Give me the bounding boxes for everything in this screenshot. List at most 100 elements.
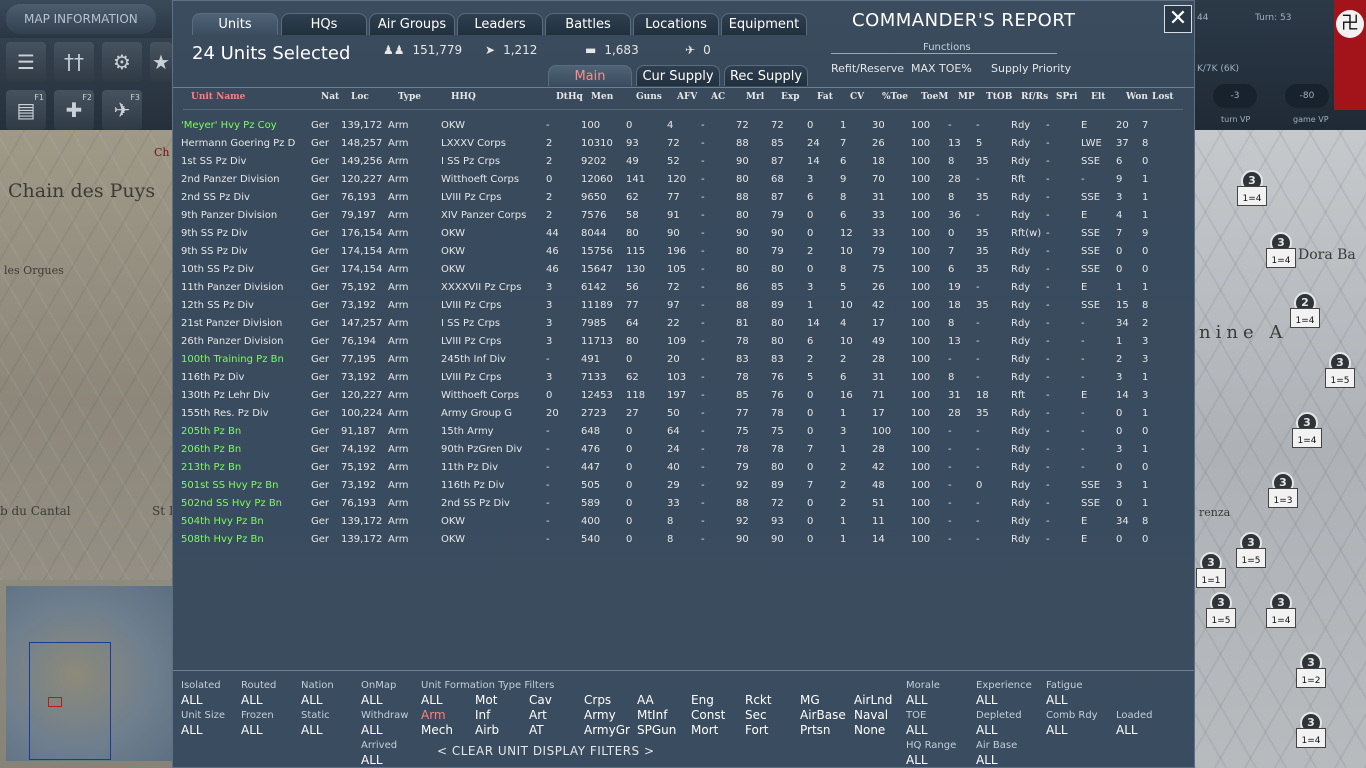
column-header-nat[interactable]: Nat: [321, 92, 339, 102]
clear-filters-button[interactable]: < CLEAR UNIT DISPLAY FILTERS >: [437, 744, 655, 758]
refit-reserve-button[interactable]: Refit/Reserve: [831, 62, 904, 75]
minimap-viewport[interactable]: [29, 642, 111, 760]
formation-filter-aa[interactable]: AA: [637, 693, 654, 707]
formation-filter-mot[interactable]: Mot: [475, 693, 497, 707]
column-header-unit-name[interactable]: Unit Name: [191, 92, 245, 102]
formation-filter-sec[interactable]: Sec: [745, 708, 767, 722]
column-header--toe[interactable]: %Toe: [882, 92, 908, 102]
filter-depleted-value[interactable]: ALL: [976, 723, 998, 737]
column-header-dthq[interactable]: DtHq: [556, 92, 583, 102]
unit-counter[interactable]: 3 1=5: [1206, 592, 1236, 628]
subtab-cur-supply[interactable]: Cur Supply: [636, 65, 720, 86]
tab-leaders[interactable]: Leaders: [457, 13, 543, 35]
close-button[interactable]: ✕: [1164, 5, 1192, 33]
filter-air-base-value[interactable]: ALL: [976, 753, 998, 767]
unit-name-cell[interactable]: 100th Training Pz Bn: [181, 351, 284, 369]
unit-counter[interactable]: 3 1=4: [1266, 592, 1296, 628]
unit-name-cell[interactable]: 2nd SS Pz Div: [181, 189, 250, 207]
table-row[interactable]: 11th Panzer Division Ger 75,192 Arm XXXXVII …: [173, 279, 1194, 297]
formation-filter-mech[interactable]: Mech: [421, 723, 453, 737]
formation-filter-fort[interactable]: Fort: [745, 723, 768, 737]
filter-morale-value[interactable]: ALL: [906, 693, 928, 707]
unit-name-cell[interactable]: Hermann Goering Pz D: [181, 135, 295, 153]
formation-filter-airbase[interactable]: AirBase: [800, 708, 846, 722]
unit-name-cell[interactable]: 9th Panzer Division: [181, 207, 277, 225]
table-row[interactable]: 213th Pz Bn Ger 75,192 Arm 11th Pz Div - 447 0 4…: [173, 459, 1194, 477]
formation-filter-airlnd[interactable]: AirLnd: [854, 693, 892, 707]
table-row[interactable]: 2nd Panzer Division Ger 120,227 Arm Witthoef…: [173, 171, 1194, 189]
unit-counter[interactable]: 3 1=2: [1296, 652, 1326, 688]
ships-icon[interactable]: ☰: [6, 42, 46, 82]
column-header-afv[interactable]: AFV: [677, 92, 697, 102]
column-header-spri[interactable]: SPri: [1056, 92, 1077, 102]
tab-battles[interactable]: Battles: [545, 13, 631, 35]
table-row[interactable]: 'Meyer' Hvy Pz Coy Ger 139,172 Arm OKW - 100 0 4…: [173, 117, 1194, 135]
unit-name-cell[interactable]: 508th Hvy Pz Bn: [181, 531, 264, 549]
formation-filter-naval[interactable]: Naval: [854, 708, 888, 722]
unit-name-cell[interactable]: 504th Hvy Pz Bn: [181, 513, 264, 531]
unit-counter[interactable]: 3 1=1: [1196, 552, 1226, 588]
tab-units[interactable]: Units: [192, 13, 278, 35]
unit-name-cell[interactable]: 116th Pz Div: [181, 369, 244, 387]
table-row[interactable]: 12th SS Pz Div Ger 73,192 Arm LVIII Pz Crps 3…: [173, 297, 1194, 315]
tab-hqs[interactable]: HQs: [281, 13, 367, 35]
column-header-elt[interactable]: Elt: [1091, 92, 1105, 102]
table-row[interactable]: 21st Panzer Division Ger 147,257 Arm I SS Pz…: [173, 315, 1194, 333]
unit-name-cell[interactable]: 9th SS Pz Div: [181, 243, 248, 261]
formation-filter-eng[interactable]: Eng: [691, 693, 714, 707]
filter-unit-size-value[interactable]: ALL: [181, 723, 203, 737]
unit-counter[interactable]: 3 1=4: [1296, 712, 1326, 748]
formation-filter-mort[interactable]: Mort: [691, 723, 718, 737]
filter-loaded-value[interactable]: ALL: [1116, 723, 1138, 737]
tab-air-groups[interactable]: Air Groups: [369, 13, 455, 35]
unit-name-cell[interactable]: 9th SS Pz Div: [181, 225, 248, 243]
map-information-button[interactable]: MAP INFORMATION: [6, 4, 156, 34]
unit-counter[interactable]: 3 1=4: [1266, 232, 1296, 268]
column-header-mp[interactable]: MP: [958, 92, 975, 102]
unit-name-cell[interactable]: 213th Pz Bn: [181, 459, 241, 477]
unit-name-cell[interactable]: 11th Panzer Division: [181, 279, 284, 297]
supply-priority-button[interactable]: Supply Priority: [991, 62, 1071, 75]
table-row[interactable]: 1st SS Pz Div Ger 149,256 Arm I SS Pz Crps 2 9…: [173, 153, 1194, 171]
star-icon[interactable]: ★: [150, 42, 172, 82]
gear-icon[interactable]: ⚙: [102, 42, 142, 82]
formation-filter-rckt[interactable]: Rckt: [745, 693, 772, 707]
unit-name-cell[interactable]: 'Meyer' Hvy Pz Coy: [181, 117, 277, 135]
unit-name-cell[interactable]: 501st SS Hvy Pz Bn: [181, 477, 278, 495]
ground-units-icon[interactable]: F2 ✚: [54, 90, 94, 130]
table-row[interactable]: 508th Hvy Pz Bn Ger 139,172 Arm OKW - 540 0 8 - 90…: [173, 531, 1194, 549]
formation-filter-art[interactable]: Art: [529, 708, 547, 722]
subtab-main[interactable]: Main: [548, 65, 632, 86]
filter-onmap-value[interactable]: ALL: [361, 693, 383, 707]
column-header-fat[interactable]: Fat: [817, 92, 833, 102]
formation-filter-army[interactable]: Army: [584, 708, 616, 722]
table-row[interactable]: 155th Res. Pz Div Ger 100,224 Arm Army Group…: [173, 405, 1194, 423]
formation-filter-at[interactable]: AT: [529, 723, 544, 737]
filter-comb-rdy-value[interactable]: ALL: [1046, 723, 1068, 737]
unit-name-cell[interactable]: 205th Pz Bn: [181, 423, 241, 441]
tab-locations[interactable]: Locations: [633, 13, 719, 35]
formation-filter-airb[interactable]: Airb: [475, 723, 499, 737]
column-header-type[interactable]: Type: [398, 92, 421, 102]
column-header-ttob[interactable]: TtOB: [986, 92, 1012, 102]
table-row[interactable]: 9th SS Pz Div Ger 176,154 Arm OKW 44 8044 80 90-…: [173, 225, 1194, 243]
table-row[interactable]: 206th Pz Bn Ger 74,192 Arm 90th PzGren Div - 4…: [173, 441, 1194, 459]
table-row[interactable]: 205th Pz Bn Ger 91,187 Arm 15th Army - 648 0 64 -…: [173, 423, 1194, 441]
formation-filter-crps[interactable]: Crps: [584, 693, 611, 707]
unit-name-cell[interactable]: 21st Panzer Division: [181, 315, 282, 333]
formation-filter-arm[interactable]: Arm: [421, 708, 446, 722]
formation-filter-all[interactable]: ALL: [421, 693, 443, 707]
filter-isolated-value[interactable]: ALL: [181, 693, 203, 707]
unit-counter[interactable]: 3 1=4: [1292, 412, 1322, 448]
filter-fatigue-value[interactable]: ALL: [1046, 693, 1068, 707]
filter-arrived-value[interactable]: ALL: [361, 753, 383, 767]
unit-name-cell[interactable]: 155th Res. Pz Div: [181, 405, 269, 423]
column-header-guns[interactable]: Guns: [636, 92, 662, 102]
unit-name-cell[interactable]: 206th Pz Bn: [181, 441, 241, 459]
unit-name-cell[interactable]: 26th Panzer Division: [181, 333, 284, 351]
table-row[interactable]: 9th SS Pz Div Ger 174,154 Arm OKW 46 15756 115 1…: [173, 243, 1194, 261]
unit-name-cell[interactable]: 12th SS Pz Div: [181, 297, 254, 315]
formation-filter-spgun[interactable]: SPGun: [637, 723, 676, 737]
column-header-rf-rs[interactable]: Rf/Rs: [1021, 92, 1048, 102]
map-area-left[interactable]: Chain des Puys les Orgues b du Cantal St…: [0, 130, 174, 580]
